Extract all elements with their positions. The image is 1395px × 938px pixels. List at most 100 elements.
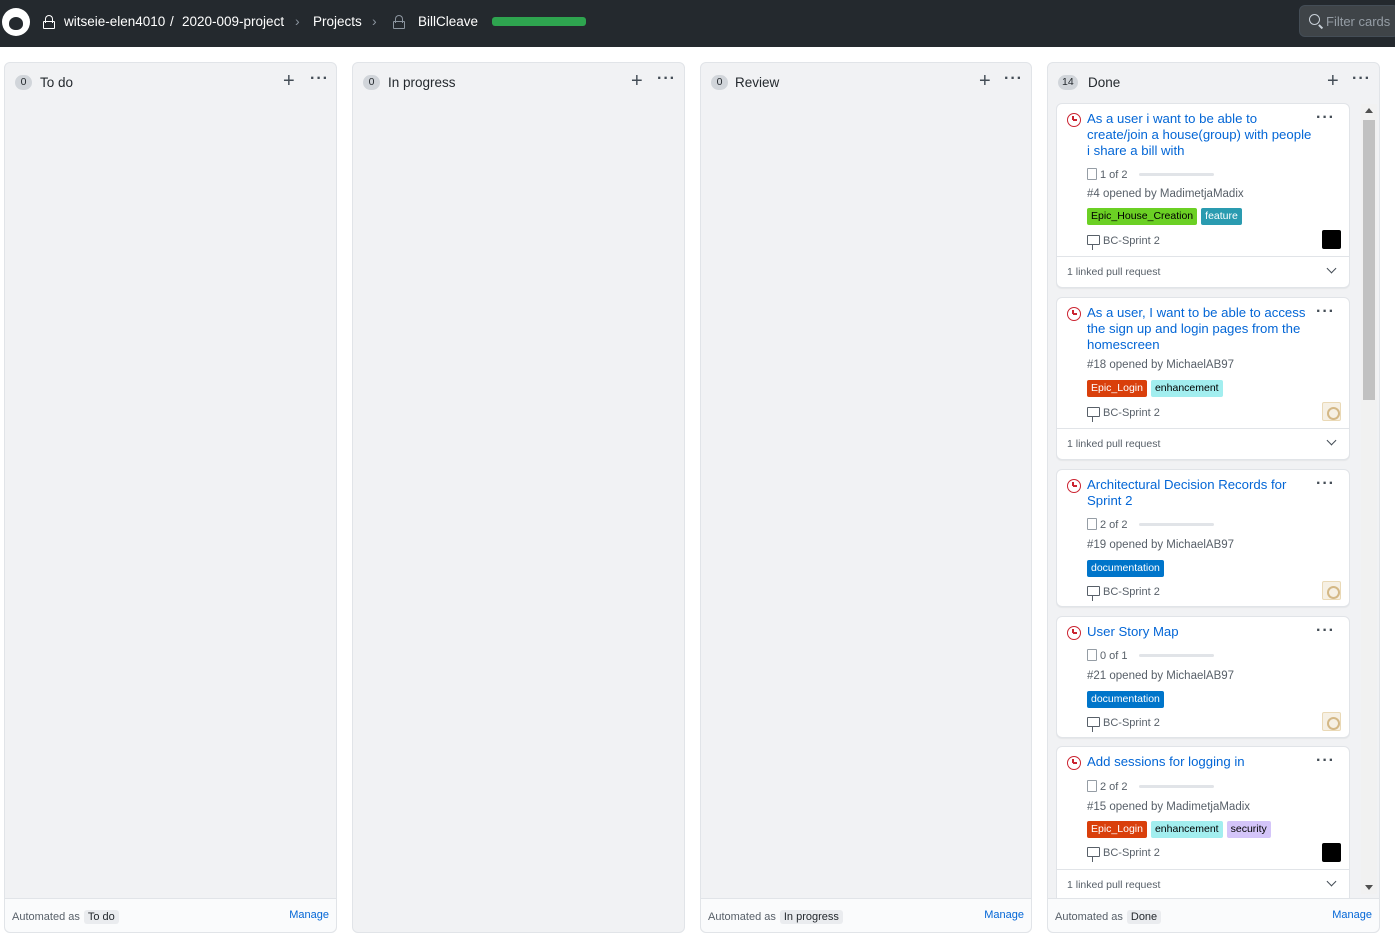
assignee-avatar[interactable] xyxy=(1322,230,1341,249)
breadcrumb-owner[interactable]: witseie-elen4010 xyxy=(64,14,165,29)
assignee-avatar[interactable] xyxy=(1322,843,1341,862)
milestone: BC-Sprint 2 xyxy=(1087,847,1160,862)
automated-label: Automated as xyxy=(12,911,80,923)
column-footer: Automated as To do Manage xyxy=(5,898,336,932)
label-badge[interactable]: Epic_Login xyxy=(1087,380,1147,397)
issue-closed-icon xyxy=(1067,479,1081,493)
label-badge[interactable]: documentation xyxy=(1087,691,1164,708)
column-header: 0 In progress + ··· xyxy=(353,63,684,103)
automation-state: In progress xyxy=(779,910,843,924)
column-footer: Automated as In progress Manage xyxy=(701,898,1031,932)
scroll-down-icon[interactable] xyxy=(1365,885,1373,890)
chevron-right-icon: › xyxy=(372,13,377,29)
column-header: 0 To do + ··· xyxy=(5,63,336,103)
assignee-avatar[interactable] xyxy=(1322,712,1341,731)
breadcrumb-repo[interactable]: 2020-009-project xyxy=(182,14,284,29)
assignee-avatar[interactable] xyxy=(1322,581,1341,600)
top-bar: witseie-elen4010 / 2020-009-project › Pr… xyxy=(0,0,1395,47)
breadcrumb-projects[interactable]: Projects xyxy=(313,14,362,29)
checklist-icon xyxy=(1087,780,1097,792)
manage-automation-link[interactable]: Manage xyxy=(289,909,329,921)
label-list: Epic_Login enhancement xyxy=(1087,380,1223,397)
chevron-down-icon[interactable] xyxy=(1326,876,1337,887)
column-menu-icon[interactable]: ··· xyxy=(1352,71,1371,87)
manage-automation-link[interactable]: Manage xyxy=(984,909,1024,921)
github-logo-icon[interactable] xyxy=(2,8,30,36)
milestone-icon xyxy=(1087,407,1100,422)
filter-cards-input[interactable] xyxy=(1326,12,1395,30)
milestone-icon xyxy=(1087,235,1100,250)
label-badge[interactable]: enhancement xyxy=(1150,821,1223,838)
column-to-do: 0 To do + ··· Automated as To do Manage xyxy=(4,62,337,933)
milestone: BC-Sprint 2 xyxy=(1087,235,1160,250)
milestone-icon xyxy=(1087,586,1100,601)
issue-card[interactable]: Architectural Decision Records for Sprin… xyxy=(1056,469,1350,607)
card-title[interactable]: As a user i want to be able to create/jo… xyxy=(1087,111,1317,159)
add-card-icon[interactable]: + xyxy=(283,71,295,91)
issue-card[interactable]: As a user i want to be able to create/jo… xyxy=(1056,103,1350,288)
column-title: Done xyxy=(1088,75,1121,90)
card-title[interactable]: As a user, I want to be able to access t… xyxy=(1087,305,1317,353)
assignee-avatar[interactable] xyxy=(1322,402,1341,421)
add-card-icon[interactable]: + xyxy=(1327,71,1339,91)
column-header: 0 Review + ··· xyxy=(701,63,1031,103)
filter-cards-field[interactable] xyxy=(1299,5,1395,37)
label-badge[interactable]: feature xyxy=(1201,208,1242,225)
issue-card[interactable]: User Story Map ··· 0 of 1 #21 opened by … xyxy=(1056,616,1350,738)
label-badge[interactable]: enhancement xyxy=(1150,380,1223,397)
card-title[interactable]: Add sessions for logging in xyxy=(1087,754,1317,770)
column-title: To do xyxy=(40,75,74,90)
column-scrollbar[interactable] xyxy=(1361,104,1377,894)
lock-icon xyxy=(393,15,405,29)
project-name[interactable]: BillCleave xyxy=(418,14,478,29)
card-menu-icon[interactable]: ··· xyxy=(1316,303,1335,321)
column-menu-icon[interactable]: ··· xyxy=(310,71,329,87)
checklist-icon xyxy=(1087,649,1097,661)
issue-closed-icon xyxy=(1067,756,1081,770)
checklist-icon xyxy=(1087,168,1097,180)
card-title[interactable]: Architectural Decision Records for Sprin… xyxy=(1087,477,1317,509)
linked-pull-request[interactable]: 1 linked pull request xyxy=(1057,428,1349,459)
manage-automation-link[interactable]: Manage xyxy=(1332,909,1372,921)
column-review: 0 Review + ··· Automated as In progress M… xyxy=(700,62,1032,933)
linked-pull-request[interactable]: 1 linked pull request xyxy=(1057,869,1349,899)
scroll-up-icon[interactable] xyxy=(1365,108,1373,113)
card-menu-icon[interactable]: ··· xyxy=(1316,475,1335,493)
linked-pull-request[interactable]: 1 linked pull request xyxy=(1057,256,1349,287)
issue-card[interactable]: Add sessions for logging in ··· 2 of 2 #… xyxy=(1056,746,1350,899)
label-badge[interactable]: security xyxy=(1226,821,1271,838)
label-list: documentation xyxy=(1087,560,1164,577)
chevron-down-icon[interactable] xyxy=(1326,435,1337,446)
column-menu-icon[interactable]: ··· xyxy=(1004,71,1023,87)
card-menu-icon[interactable]: ··· xyxy=(1316,109,1335,127)
automation-state: To do xyxy=(83,910,119,924)
breadcrumb-slash: / xyxy=(170,14,174,29)
task-progress: 2 of 2 xyxy=(1087,518,1214,531)
label-badge[interactable]: Epic_House_Creation xyxy=(1087,208,1198,225)
milestone-icon xyxy=(1087,717,1100,732)
project-progress-bar xyxy=(492,17,586,26)
opened-by: #19 opened by MichaelAB97 xyxy=(1087,539,1235,551)
scrollbar-thumb[interactable] xyxy=(1363,120,1375,400)
milestone: BC-Sprint 2 xyxy=(1087,407,1160,422)
column-header: 14 Done + ··· xyxy=(1048,63,1379,103)
card-menu-icon[interactable]: ··· xyxy=(1316,622,1335,640)
column-count: 0 xyxy=(363,75,380,90)
add-card-icon[interactable]: + xyxy=(979,71,991,91)
task-progress: 0 of 1 xyxy=(1087,649,1214,662)
card-title[interactable]: User Story Map xyxy=(1087,624,1317,640)
add-card-icon[interactable]: + xyxy=(631,71,643,91)
chevron-down-icon[interactable] xyxy=(1326,263,1337,274)
issue-card[interactable]: As a user, I want to be able to access t… xyxy=(1056,297,1350,460)
opened-by: #15 opened by MadimetjaMadix xyxy=(1087,801,1251,813)
column-count: 0 xyxy=(711,75,728,90)
label-badge[interactable]: Epic_Login xyxy=(1087,821,1147,838)
card-menu-icon[interactable]: ··· xyxy=(1316,752,1335,770)
column-menu-icon[interactable]: ··· xyxy=(657,71,676,87)
issue-closed-icon xyxy=(1067,626,1081,640)
label-list: Epic_Login enhancement security xyxy=(1087,821,1271,838)
card-list: As a user i want to be able to create/jo… xyxy=(1056,103,1350,899)
label-badge[interactable]: documentation xyxy=(1087,560,1164,577)
opened-by: #4 opened by MadimetjaMadix xyxy=(1087,188,1244,200)
lock-icon xyxy=(43,15,55,29)
